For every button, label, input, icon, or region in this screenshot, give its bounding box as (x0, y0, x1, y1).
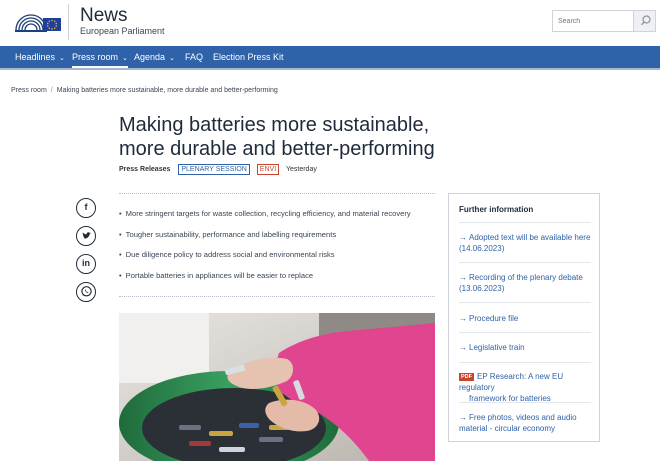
tag-envi[interactable]: ENVI (256, 164, 280, 175)
site-subtitle: European Parliament (80, 26, 165, 36)
arrow-right-icon: → (459, 314, 467, 323)
breadcrumb-current: Making batteries more sustainable, more … (56, 87, 278, 94)
search-box (552, 10, 656, 32)
link-adopted-text[interactable]: → Adopted text will be available here (14… (459, 232, 595, 254)
facebook-icon: f (84, 202, 88, 212)
link-text: Free photos, videos and audio (469, 413, 577, 422)
nav-label: Press room (72, 52, 119, 62)
divider (459, 362, 591, 363)
divider (119, 296, 435, 297)
nav-label: Agenda (134, 52, 166, 62)
breadcrumb-link-press-room[interactable]: Press room (11, 87, 47, 94)
divider (459, 402, 591, 403)
european-parliament-logo-icon[interactable] (13, 6, 63, 37)
further-information-panel: Further information → Adopted text will b… (448, 193, 600, 442)
nav-election-press-kit[interactable]: Election Press Kit (213, 46, 284, 68)
share-facebook-button[interactable]: f (76, 198, 96, 218)
link-ep-research[interactable]: PDF EP Research: A new EU regulatory fram… (459, 371, 595, 404)
share-linkedin-button[interactable]: in (76, 254, 96, 274)
chevron-down-icon: ⌄ (169, 55, 175, 62)
site-title[interactable]: News (80, 5, 128, 27)
link-text: (14.06.2023) (459, 244, 505, 253)
page-title-line: more durable and better-performing (119, 138, 435, 160)
header-divider (68, 4, 69, 40)
arrow-right-icon: → (459, 413, 467, 422)
link-free-media[interactable]: → Free photos, videos and audio material … (459, 412, 595, 434)
further-information-title: Further information (459, 205, 534, 214)
nav-label: Election Press Kit (213, 52, 284, 62)
list-item: Due diligence policy to address social a… (119, 250, 439, 271)
share-whatsapp-button[interactable] (76, 282, 96, 302)
link-text: EP Research: A new EU regulatory (459, 372, 564, 392)
link-text: Legislative train (469, 343, 525, 352)
whatsapp-icon (80, 286, 92, 297)
link-text: Adopted text will be available here (469, 233, 591, 242)
breadcrumb-separator: / (50, 87, 53, 94)
nav-agenda[interactable]: Agenda ⌄ (134, 46, 175, 68)
divider (459, 332, 591, 333)
search-input[interactable] (553, 11, 635, 31)
nav-press-room[interactable]: Press room ⌄ (72, 46, 128, 68)
article-type[interactable]: Press Releases (119, 166, 170, 173)
nav-label: Headlines (15, 52, 56, 62)
site-header: News European Parliament (0, 0, 660, 46)
nav-faq[interactable]: FAQ (185, 46, 203, 68)
search-icon (641, 15, 651, 26)
key-points-list: More stringent targets for waste collect… (119, 209, 439, 292)
divider (459, 222, 591, 223)
arrow-right-icon: → (459, 343, 467, 352)
arrow-right-icon: → (459, 233, 467, 242)
article-photo[interactable] (119, 313, 435, 461)
link-procedure-file[interactable]: → Procedure file (459, 313, 595, 324)
main-navigation: Headlines ⌄ Press room ⌄ Agenda ⌄ FAQ Elect… (0, 46, 660, 70)
nav-label: FAQ (185, 52, 204, 62)
chevron-down-icon: ⌄ (122, 55, 128, 62)
linkedin-icon: in (82, 258, 90, 268)
chevron-down-icon: ⌄ (59, 55, 65, 62)
link-text: material - circular economy (459, 424, 556, 433)
link-text: Procedure file (469, 314, 519, 323)
twitter-icon (81, 232, 91, 239)
pdf-icon: PDF (459, 373, 474, 381)
breadcrumb: Press room / Making batteries more sustain… (11, 87, 278, 94)
link-legislative-train[interactable]: → Legislative train (459, 342, 595, 353)
tag-plenary-session[interactable]: PLENARY SESSION (178, 164, 250, 175)
list-item: More stringent targets for waste collect… (119, 209, 439, 230)
divider (459, 302, 591, 303)
link-text: (13.06.2023) (459, 284, 505, 293)
link-plenary-recording[interactable]: → Recording of the plenary debate (13.06.… (459, 272, 595, 294)
divider (119, 193, 435, 194)
list-item: Portable batteries in appliances will be… (119, 271, 439, 292)
page-title-line: Making batteries more sustainable, (119, 114, 430, 136)
divider (459, 262, 591, 263)
arrow-right-icon: → (459, 273, 467, 282)
article-meta: Press Releases PLENARY SESSION ENVI Yest… (119, 164, 317, 175)
page-title: Making batteries more sustainable, more … (119, 113, 479, 161)
article-date: Yesterday (285, 166, 317, 173)
link-text: Recording of the plenary debate (469, 273, 583, 282)
search-button[interactable] (633, 11, 655, 31)
nav-headlines[interactable]: Headlines ⌄ (15, 46, 65, 68)
share-twitter-button[interactable] (76, 226, 96, 246)
list-item: Tougher sustainability, performance and … (119, 230, 439, 251)
